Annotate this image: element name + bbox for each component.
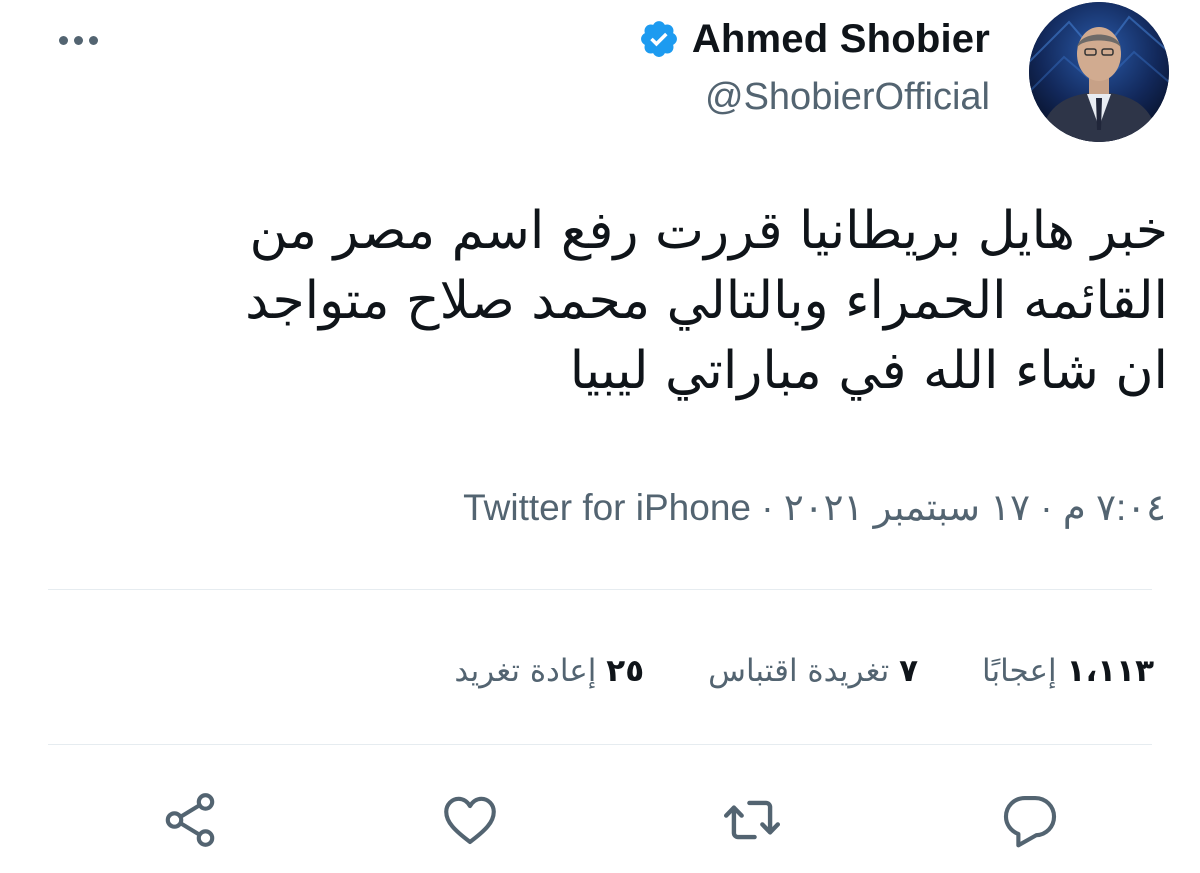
tweet-text: خبر هايل بريطانيا قررت رفع اسم مصر من ال…	[68, 196, 1168, 406]
meta-separator: ·	[1040, 487, 1053, 528]
avatar[interactable]	[1029, 2, 1169, 142]
user-handle[interactable]: @ShobierOfficial	[638, 74, 990, 120]
display-name[interactable]: Ahmed Shobier	[692, 17, 990, 62]
verified-badge-icon	[638, 18, 680, 60]
avatar-photo	[1029, 2, 1169, 142]
engagement-stats: ٢٥ إعادة تغريد ٧ تغريدة اقتباس ١،١١٣ إعج…	[454, 645, 1154, 697]
tweet-detail: Ahmed Shobier @ShobierOfficial خبر هايل …	[0, 0, 1200, 873]
more-icon-dot	[58, 35, 68, 45]
tweet-time[interactable]: ٧:٠٤ م	[1063, 487, 1166, 528]
reply-icon	[1003, 795, 1057, 848]
tweet-text-line: القائمه الحمراء وبالتالي محمد صلاح متواج…	[245, 271, 1168, 331]
reply-button[interactable]	[990, 780, 1070, 860]
tweet-meta: ٧:٠٤ م · ١٧ سبتمبر ٢٠٢١ · Twitter for iP…	[463, 486, 1166, 529]
tweet-text-line: ان شاء الله في مباراتي ليبيا	[569, 341, 1168, 401]
like-button[interactable]	[430, 780, 510, 860]
retweets-label: إعادة تغريد	[454, 653, 597, 689]
action-bar	[0, 780, 1200, 860]
more-options-button[interactable]	[48, 22, 108, 58]
likes-count: ١،١١٣	[1066, 653, 1154, 689]
more-icon-dot	[88, 35, 98, 45]
author-info[interactable]: Ahmed Shobier @ShobierOfficial	[638, 14, 990, 120]
retweets-stat[interactable]: ٢٥ إعادة تغريد	[454, 653, 644, 689]
likes-label: إعجابًا	[982, 653, 1057, 689]
retweets-count: ٢٥	[606, 653, 645, 689]
heart-icon	[444, 796, 496, 845]
meta-separator: ·	[761, 487, 774, 528]
name-row: Ahmed Shobier	[638, 14, 990, 64]
more-icon-dot	[73, 35, 83, 45]
retweet-button[interactable]	[712, 780, 792, 860]
tweet-source-link[interactable]: Twitter for iPhone	[463, 487, 751, 528]
tweet-date[interactable]: ١٧ سبتمبر ٢٠٢١	[784, 487, 1030, 528]
quotes-count: ٧	[899, 653, 919, 689]
divider	[48, 744, 1152, 745]
divider	[48, 589, 1152, 590]
share-button[interactable]	[150, 780, 230, 860]
tweet-text-line: خبر هايل بريطانيا قررت رفع اسم مصر من	[249, 201, 1168, 261]
retweet-icon	[723, 800, 781, 840]
share-icon	[165, 793, 215, 847]
quotes-label: تغريدة اقتباس	[708, 653, 890, 689]
likes-stat[interactable]: ١،١١٣ إعجابًا	[982, 653, 1154, 689]
quotes-stat[interactable]: ٧ تغريدة اقتباس	[708, 653, 918, 689]
